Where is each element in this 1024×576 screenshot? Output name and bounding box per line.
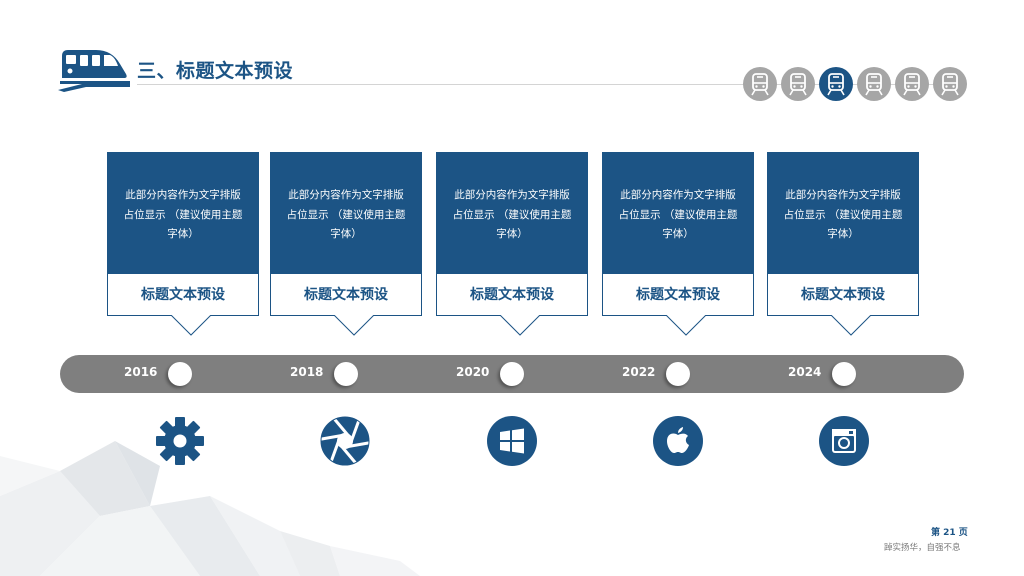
footer-slogan: 踔实扬华，自强不息 (884, 543, 961, 553)
timeline-dot (500, 362, 524, 386)
timeline-dot (168, 362, 192, 386)
train-icon[interactable] (780, 66, 816, 102)
page-number: 第 21 页 (931, 528, 968, 538)
timeline-year: 2022 (622, 365, 656, 379)
card-pointer (334, 315, 374, 336)
card-description: 此部分内容作为文字排版 占位显示 （建议使用主题 字体） (436, 152, 588, 274)
card-title: 标题文本预设 (602, 274, 754, 316)
section-nav (742, 66, 968, 102)
card-description: 此部分内容作为文字排版 占位显示 （建议使用主题 字体） (270, 152, 422, 274)
timeline-year: 2016 (124, 365, 158, 379)
timeline-year: 2020 (456, 365, 490, 379)
card-pointer (500, 315, 540, 336)
card-title: 标题文本预设 (767, 274, 919, 316)
train-icon[interactable] (856, 66, 892, 102)
train-icon-active[interactable] (818, 66, 854, 102)
timeline-dot (832, 362, 856, 386)
timeline-dot (666, 362, 690, 386)
timeline-card: 此部分内容作为文字排版 占位显示 （建议使用主题 字体） 标题文本预设 (270, 152, 422, 336)
gear-icon (156, 417, 204, 465)
timeline-year: 2018 (290, 365, 324, 379)
train-icon[interactable] (742, 66, 778, 102)
camera-aperture-icon (320, 416, 370, 466)
instagram-icon (819, 416, 869, 466)
train-logo-icon (58, 50, 130, 92)
timeline-card: 此部分内容作为文字排版 占位显示 （建议使用主题 字体） 标题文本预设 (107, 152, 259, 336)
card-description: 此部分内容作为文字排版 占位显示 （建议使用主题 字体） (767, 152, 919, 274)
timeline-card: 此部分内容作为文字排版 占位显示 （建议使用主题 字体） 标题文本预设 (602, 152, 754, 336)
card-title: 标题文本预设 (107, 274, 259, 316)
card-pointer (171, 315, 211, 336)
page-title: 三、标题文本预设 (137, 60, 294, 82)
card-description: 此部分内容作为文字排版 占位显示 （建议使用主题 字体） (107, 152, 259, 274)
train-icon[interactable] (894, 66, 930, 102)
timeline-year: 2024 (788, 365, 822, 379)
card-title: 标题文本预设 (270, 274, 422, 316)
timeline-card: 此部分内容作为文字排版 占位显示 （建议使用主题 字体） 标题文本预设 (767, 152, 919, 336)
card-pointer (831, 315, 871, 336)
windows-icon (487, 416, 537, 466)
apple-icon (653, 416, 703, 466)
card-title: 标题文本预设 (436, 274, 588, 316)
card-pointer (666, 315, 706, 336)
timeline-dot (334, 362, 358, 386)
card-description: 此部分内容作为文字排版 占位显示 （建议使用主题 字体） (602, 152, 754, 274)
timeline-card: 此部分内容作为文字排版 占位显示 （建议使用主题 字体） 标题文本预设 (436, 152, 588, 336)
train-icon[interactable] (932, 66, 968, 102)
